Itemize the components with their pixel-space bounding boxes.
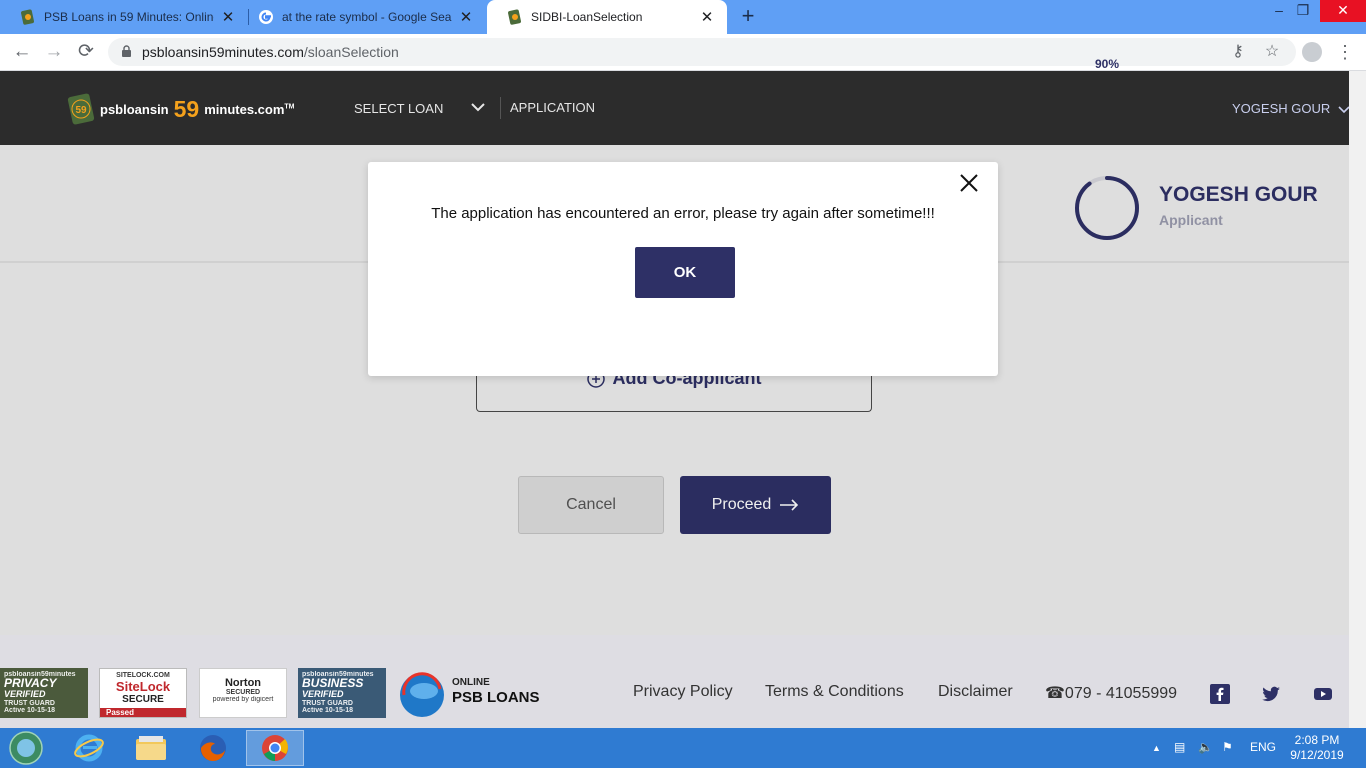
facebook-icon[interactable] [1210, 684, 1230, 704]
psb-logo-badge-icon: 59 [67, 93, 95, 125]
online-logo-small: ONLINE [452, 677, 490, 688]
seal-text: SiteLock [115, 679, 171, 694]
logo-tm: TM [284, 103, 295, 111]
seal-text: Active 10-15-18 [4, 707, 55, 714]
psb-favicon-icon [21, 9, 34, 25]
youtube-icon[interactable] [1313, 684, 1333, 704]
seal-text: SECURED [225, 689, 261, 696]
online-psb-globe-icon [400, 672, 444, 717]
key-icon[interactable]: ⚷ [1228, 42, 1248, 62]
logo-domain: minutes.com [204, 101, 285, 117]
business-verified-seal[interactable]: psbloansin59minutes BUSINESS VERIFIED TR… [298, 668, 386, 718]
lock-icon [122, 45, 131, 57]
logo-badge-text: 59 [75, 105, 87, 116]
browser-tab-strip: PSB Loans in 59 Minutes: Online ✕ at the… [0, 0, 1366, 34]
online-logo-big: PSB LOANS [452, 689, 540, 706]
windows-taskbar: ▲ ▤ 🔈 ⚑ ENG 2:08 PM 9/12/2019 [0, 728, 1366, 768]
folder-icon [136, 736, 166, 760]
site-header: 59 psbloansin 59 minutes.comTM SELECT LO… [0, 71, 1366, 145]
reload-icon[interactable]: ⟳ [74, 40, 98, 64]
browser-tab-title: PSB Loans in 59 Minutes: Online [44, 10, 214, 24]
seal-text: VERIFIED [4, 689, 46, 699]
seal-text: BUSINESS [302, 676, 364, 690]
error-message: The application has encountered an error… [431, 205, 935, 222]
taskbar-firefox[interactable] [184, 730, 242, 766]
tab-close-icon[interactable]: ✕ [458, 8, 474, 26]
seal-text: SECURE [122, 694, 164, 705]
tray-language[interactable]: ENG [1250, 740, 1276, 754]
disclaimer-link[interactable]: Disclaimer [938, 683, 1013, 701]
privacy-verified-seal[interactable]: psbloansin59minutes PRIVACY VERIFIED TRU… [0, 668, 88, 718]
privacy-policy-link[interactable]: Privacy Policy [633, 683, 733, 701]
profile-progress-label: 90% [1094, 57, 1120, 71]
page-scrollbar[interactable] [1349, 71, 1366, 728]
tray-network-icon[interactable]: ▤ [1174, 740, 1185, 754]
tab-close-icon[interactable]: ✕ [699, 8, 715, 26]
logo-number: 59 [173, 95, 200, 122]
seal-text: Active 10-15-18 [302, 707, 353, 714]
seal-text: psbloansin59minutes [302, 671, 374, 678]
url-path: /sloanSelection [303, 44, 399, 60]
nav-select-loan[interactable]: SELECT LOAN [354, 101, 443, 116]
seal-text: Norton [224, 677, 262, 689]
nav-application[interactable]: APPLICATION [510, 100, 595, 115]
taskbar-internet-explorer[interactable] [60, 730, 118, 766]
seal-text: PRIVACY [4, 676, 57, 690]
clock-time: 2:08 PM [1294, 733, 1340, 747]
internet-explorer-icon [74, 734, 104, 762]
online-psb-loans-logo[interactable]: ONLINE PSB LOANS [398, 667, 558, 719]
logo-text-right: minutes.comTM [204, 102, 294, 117]
url-text: psbloansin59minutes.com/sloanSelection [142, 44, 399, 60]
seal-text: SITELOCK.COM [116, 672, 170, 679]
browser-tab-loan-selection[interactable]: SIDBI-LoanSelection ✕ [487, 0, 727, 34]
seal-text: TRUST GUARD [4, 700, 55, 707]
window-close-icon[interactable]: ✕ [1320, 0, 1366, 22]
chevron-down-icon[interactable] [470, 99, 486, 115]
seal-text: TRUST GUARD [302, 700, 353, 707]
twitter-icon[interactable] [1261, 684, 1281, 704]
browser-tab-title: at the rate symbol - Google Sear [282, 10, 452, 24]
back-arrow-icon[interactable]: ← [10, 40, 34, 64]
browser-tab-google-search[interactable]: at the rate symbol - Google Sear ✕ [238, 0, 486, 34]
ok-button[interactable]: OK [635, 247, 735, 298]
user-menu[interactable]: YOGESH GOUR [1232, 101, 1350, 116]
browser-tab-psb-loans[interactable]: PSB Loans in 59 Minutes: Online ✕ [0, 0, 248, 34]
psb-favicon-icon [508, 9, 521, 25]
tab-close-icon[interactable]: ✕ [220, 8, 236, 26]
seal-text: powered by digicert [212, 696, 274, 703]
clock-date: 9/12/2019 [1290, 748, 1344, 762]
taskbar-clock[interactable]: 2:08 PM 9/12/2019 [1282, 733, 1352, 763]
chrome-icon [262, 735, 288, 761]
tray-action-center-flag-icon[interactable]: ⚑ [1222, 740, 1233, 754]
profile-avatar-icon[interactable] [1302, 42, 1322, 62]
nav-divider [500, 97, 501, 119]
new-tab-plus-icon[interactable]: + [736, 4, 760, 28]
user-menu-name: YOGESH GOUR [1232, 101, 1331, 116]
url-domain: psbloansin59minutes.com [142, 44, 304, 60]
taskbar-file-explorer[interactable] [122, 730, 180, 766]
error-dialog: The application has encountered an error… [368, 162, 998, 376]
logo-text-left: psbloansin [100, 101, 169, 117]
site-footer: psbloansin59minutes PRIVACY VERIFIED TRU… [0, 635, 1349, 728]
terms-conditions-link[interactable]: Terms & Conditions [765, 683, 904, 701]
windows-start-icon[interactable] [8, 731, 44, 765]
tray-show-hidden-icon[interactable]: ▲ [1152, 743, 1161, 753]
firefox-icon [200, 735, 226, 762]
tray-volume-icon[interactable]: 🔈 [1198, 740, 1213, 754]
sitelock-secure-seal[interactable]: SITELOCK.COM SiteLock SECURE Passed [99, 668, 187, 718]
browser-toolbar: ← → ⟳ psbloansin59minutes.com/sloanSelec… [0, 34, 1366, 71]
star-bookmark-icon[interactable]: ☆ [1262, 42, 1282, 62]
seal-text: VERIFIED [302, 689, 344, 699]
google-favicon-icon [259, 10, 273, 24]
browser-menu-icon[interactable]: ⋮ [1336, 40, 1354, 64]
site-logo[interactable]: 59 psbloansin 59 minutes.comTM [66, 91, 295, 127]
taskbar-chrome[interactable] [246, 730, 304, 766]
browser-tab-title: SIDBI-LoanSelection [531, 10, 643, 24]
norton-secured-seal[interactable]: Norton SECURED powered by digicert [199, 668, 287, 718]
forward-arrow-icon[interactable]: → [42, 40, 66, 64]
close-icon[interactable] [957, 171, 981, 195]
seal-text: psbloansin59minutes [4, 671, 76, 678]
phone-number[interactable]: ☎079 - 41055999 [1045, 683, 1177, 703]
seal-text: Passed [100, 708, 186, 717]
